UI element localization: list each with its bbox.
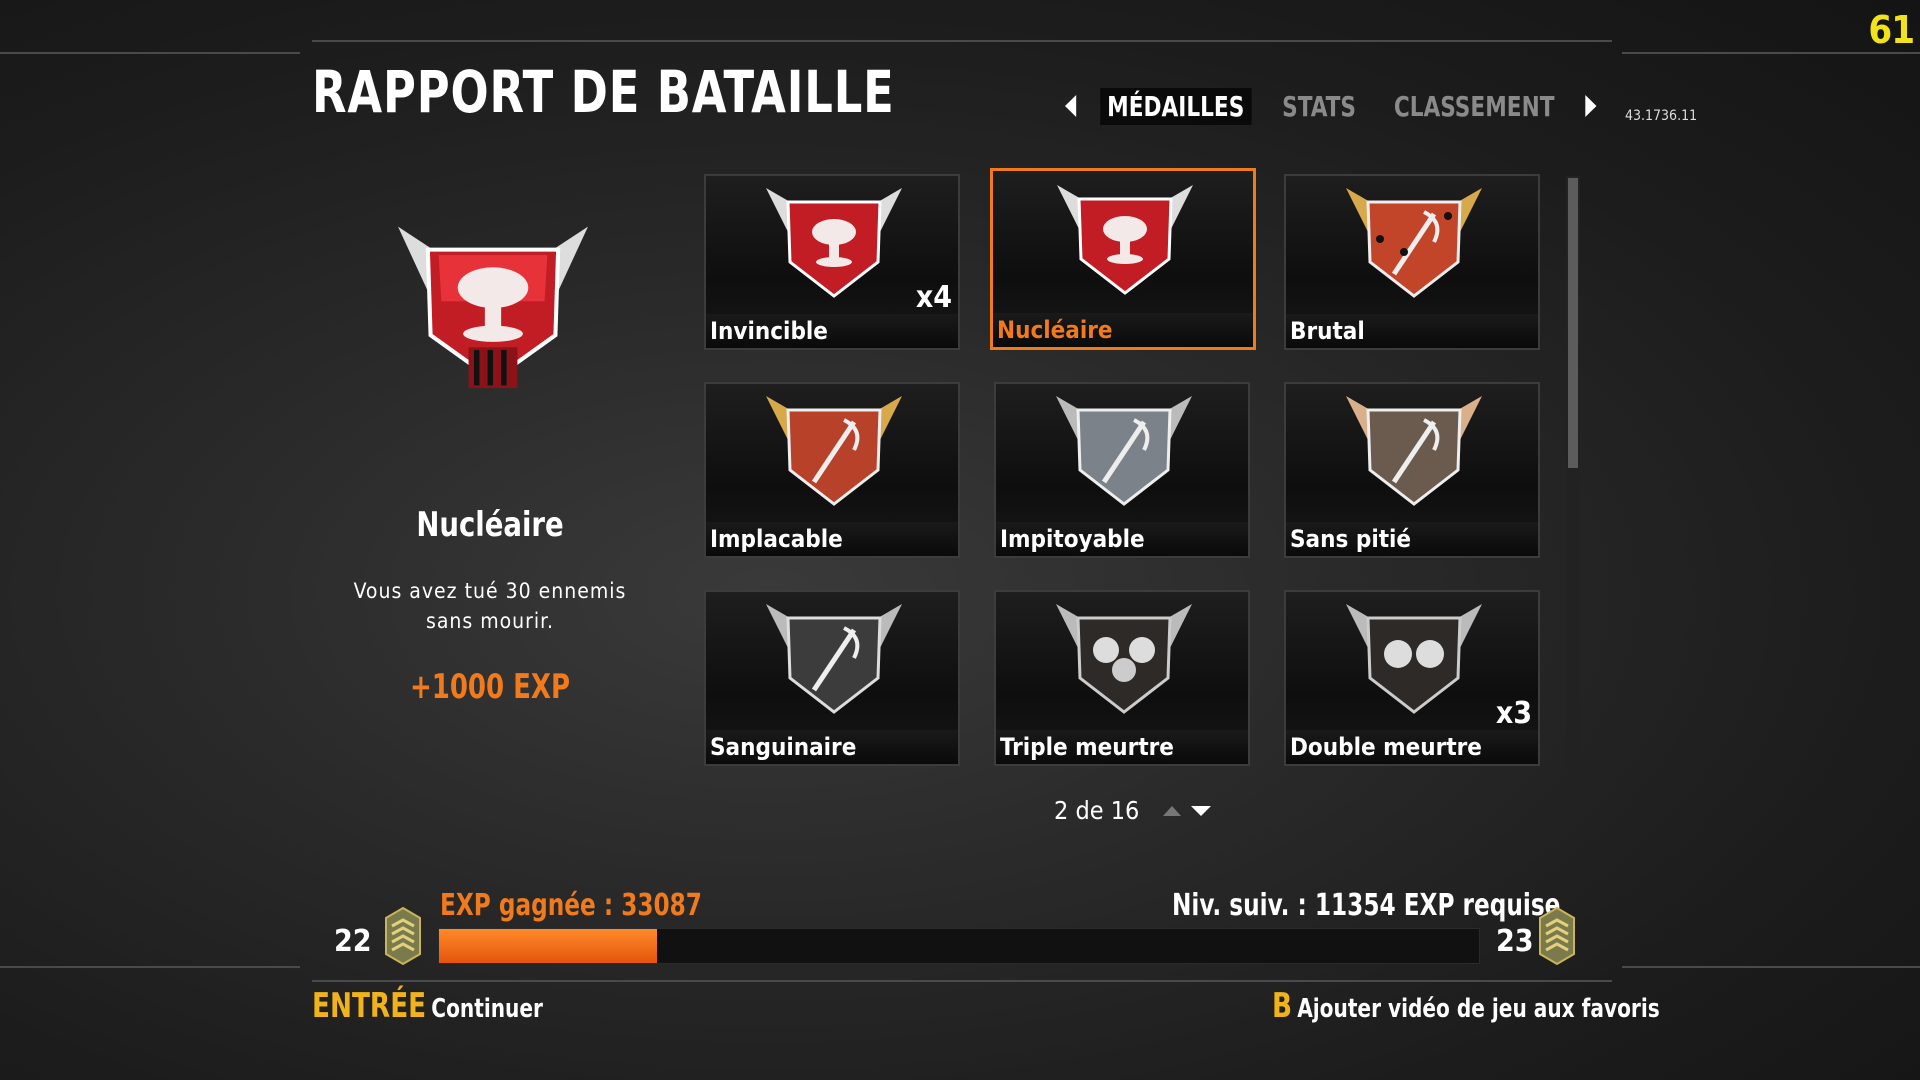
medal-card[interactable]: Sans pitié <box>1284 382 1540 558</box>
nuke-medal-icon <box>1057 185 1193 295</box>
streak-15-medal-icon <box>1056 396 1192 506</box>
streak-5-medal-icon <box>766 604 902 714</box>
medal-label: Brutal <box>1286 314 1538 348</box>
medal-label: Sans pitié <box>1286 522 1538 556</box>
selected-medal-exp: +1000 EXP <box>409 667 571 707</box>
medal-label: Nucléaire <box>993 313 1253 347</box>
continue-label: Continuer <box>431 994 543 1024</box>
bottom-frame-line <box>312 980 1612 982</box>
exp-progress-fill <box>439 929 658 963</box>
pager-down-icon[interactable] <box>1191 805 1212 816</box>
triple-kill-medal-icon <box>1056 604 1192 714</box>
medal-label: Sanguinaire <box>706 730 958 764</box>
medal-label: Double meurtre <box>1286 730 1538 764</box>
page-title: RAPPORT DE BATAILLE <box>312 58 895 126</box>
current-level: 22 <box>334 924 372 959</box>
top-frame-line <box>312 40 1612 42</box>
medal-label: Triple meurtre <box>996 730 1248 764</box>
medal-count: x4 <box>915 280 952 315</box>
next-level-label: Niv. suiv. : 11354 EXP requise <box>1172 888 1561 923</box>
selected-medal-name: Nucléaire <box>416 505 564 545</box>
bottom-frame-line <box>1622 966 1920 968</box>
streak-20-medal-icon <box>766 396 902 506</box>
pager-up-icon[interactable] <box>1163 805 1182 816</box>
favorite-key: B <box>1272 986 1293 1026</box>
nuke-medal-icon <box>766 188 902 298</box>
exp-progress-bar <box>438 928 1480 964</box>
continue-key: ENTRÉE <box>312 986 427 1026</box>
version-label: 43.1736.11 <box>1625 108 1698 124</box>
bottom-frame-line <box>0 966 300 968</box>
rank-insignia-icon <box>1539 906 1575 966</box>
rank-insignia-icon <box>385 906 421 966</box>
medal-card[interactable]: Sanguinaire <box>704 590 960 766</box>
medal-card-selected[interactable]: Nucléaire <box>990 168 1256 350</box>
tab-medals[interactable]: MÉDAILLES <box>1100 87 1252 125</box>
medal-card[interactable]: Impitoyable <box>994 382 1250 558</box>
tab-bar: MÉDAILLES STATS CLASSEMENT <box>1065 87 1597 125</box>
pager: 2 de 16 <box>1054 796 1212 825</box>
tab-prev-arrow-icon[interactable] <box>1065 95 1077 117</box>
streak-25-medal-icon <box>1346 188 1482 298</box>
continue-prompt[interactable]: ENTRÉE Continuer <box>312 986 543 1026</box>
tab-next-arrow-icon[interactable] <box>1585 95 1597 117</box>
tab-stats[interactable]: STATS <box>1275 88 1363 125</box>
medal-card[interactable]: x4 Invincible <box>704 174 960 350</box>
medal-label: Invincible <box>706 314 958 348</box>
top-frame-line <box>0 52 300 54</box>
next-level: 23 <box>1496 924 1534 959</box>
medal-grid: x4 Invincible Nucléaire Brutal Implacabl… <box>704 168 1544 766</box>
top-frame-line <box>1622 52 1920 54</box>
medal-label: Impitoyable <box>996 522 1248 556</box>
medal-card[interactable]: Triple meurtre <box>994 590 1250 766</box>
tab-leaderboard[interactable]: CLASSEMENT <box>1387 88 1561 125</box>
scrollbar-thumb[interactable] <box>1568 178 1578 468</box>
favorite-prompt[interactable]: B Ajouter vidéo de jeu aux favoris <box>1272 986 1660 1026</box>
exp-gained-label: EXP gagnée : 33087 <box>440 888 702 923</box>
streak-10-medal-icon <box>1346 396 1482 506</box>
selected-nuke-medal-icon <box>398 226 588 389</box>
medal-count: x3 <box>1495 696 1532 731</box>
pager-label: 2 de 16 <box>1054 796 1140 825</box>
medal-card[interactable]: Brutal <box>1284 174 1540 350</box>
medal-label: Implacable <box>706 522 958 556</box>
medal-scrollbar[interactable] <box>1566 176 1580 768</box>
fps-counter: 61 <box>1868 8 1915 52</box>
double-kill-medal-icon <box>1346 604 1482 714</box>
medal-card[interactable]: Implacable <box>704 382 960 558</box>
medal-card[interactable]: x3 Double meurtre <box>1284 590 1540 766</box>
selected-medal-description: Vous avez tué 30 ennemis sans mourir. <box>353 579 627 633</box>
favorite-label: Ajouter vidéo de jeu aux favoris <box>1297 994 1660 1024</box>
